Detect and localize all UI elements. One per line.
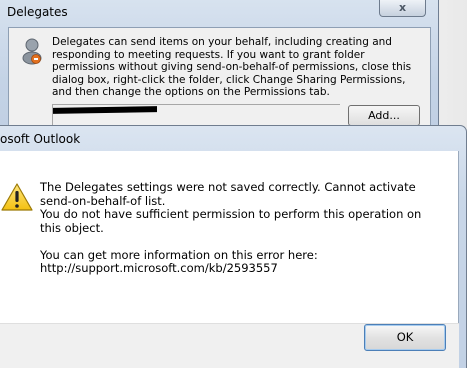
error-message-line-2: You do not have sufficient permission to… — [40, 207, 422, 235]
error-message-line-1: The Delegates settings were not saved co… — [40, 180, 416, 208]
outlook-error-dialog: osoft Outlook The Delegates settings wer… — [0, 125, 467, 368]
delegate-user-icon — [20, 37, 44, 65]
ok-button[interactable]: OK — [364, 324, 446, 351]
close-button[interactable]: x — [379, 0, 426, 17]
error-message: The Delegates settings were not saved co… — [40, 180, 440, 289]
add-delegate-button[interactable]: Add... — [348, 105, 420, 126]
warning-icon — [1, 183, 33, 211]
delegates-description: Delegates can send items on your behalf,… — [52, 36, 412, 98]
error-help-link: http://support.microsoft.com/kb/2593557 — [40, 261, 278, 275]
delegates-dialog-title: Delegates — [7, 5, 68, 19]
error-dialog-title: osoft Outlook — [0, 132, 81, 146]
error-message-line-3: You can get more information on this err… — [40, 247, 318, 262]
screen: Delegates x Delegates can send items on … — [0, 0, 467, 368]
